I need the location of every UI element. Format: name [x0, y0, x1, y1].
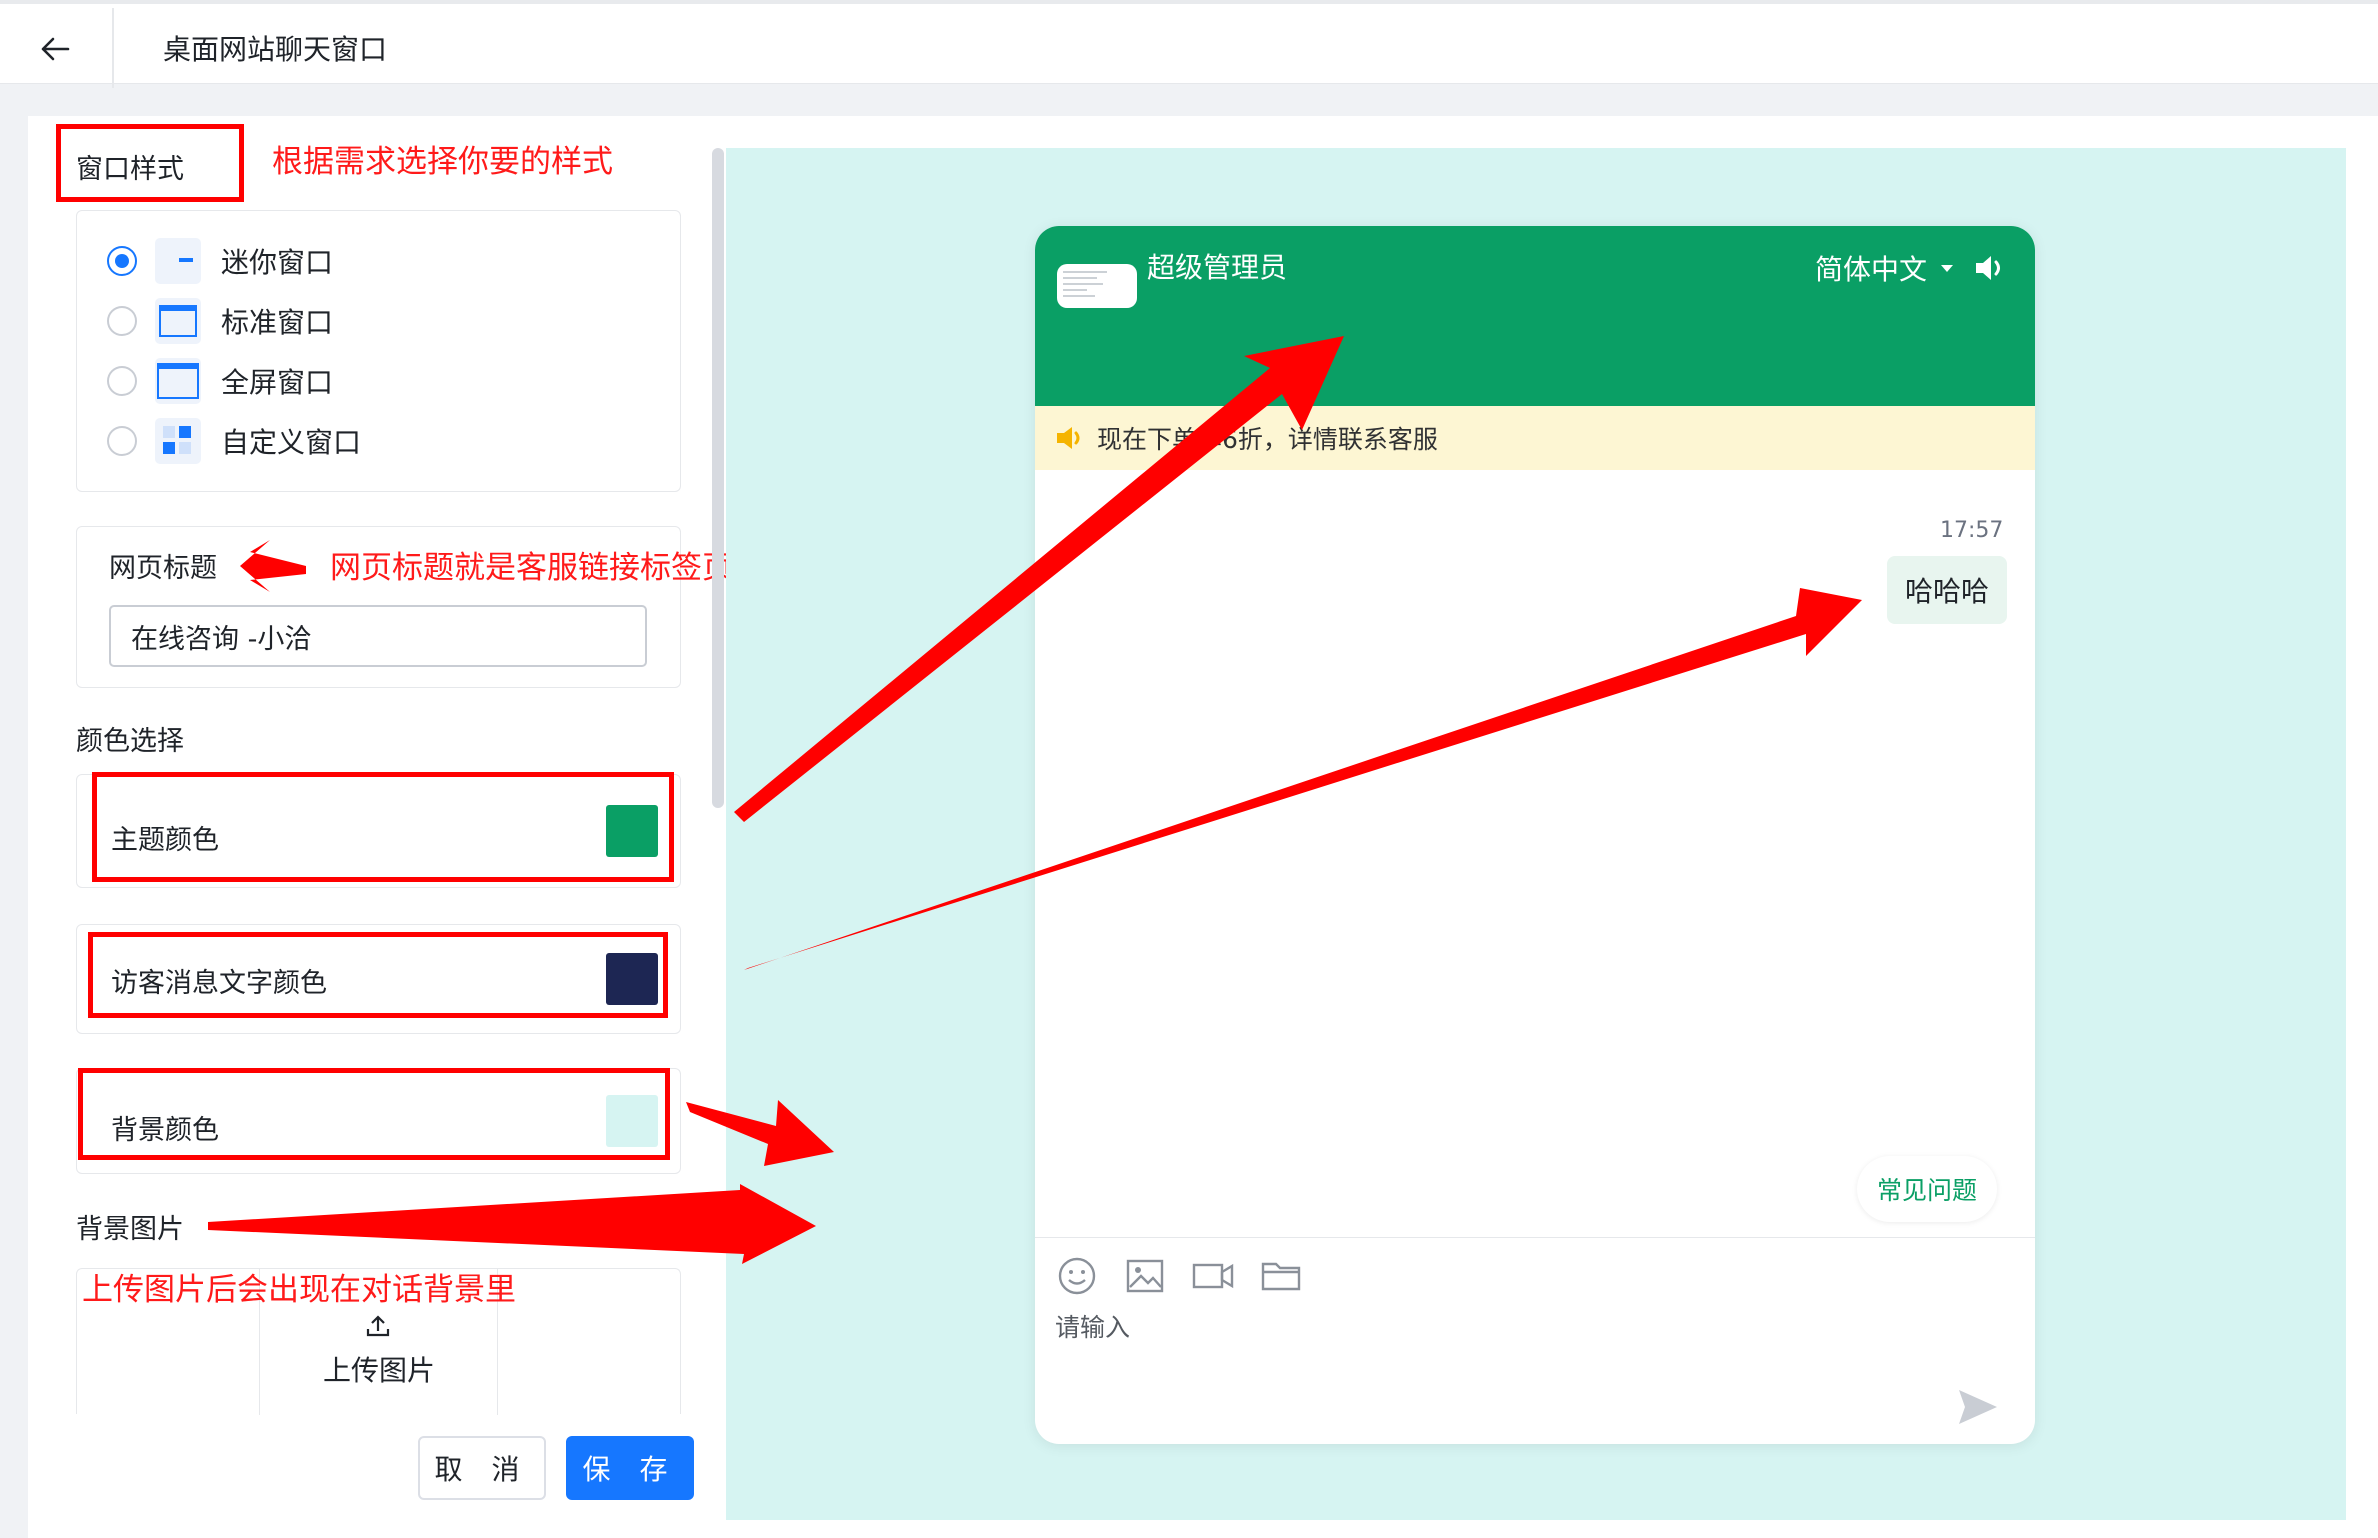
caret-down-icon — [1941, 265, 1954, 272]
window-option-standard[interactable]: 标准窗口 — [107, 297, 333, 345]
window-option-label: 自定义窗口 — [221, 426, 362, 459]
notice-bar: 现在下单享6折，详情联系客服 — [1035, 406, 2035, 470]
upload-icon — [365, 1313, 391, 1339]
language-label: 简体中文 — [1815, 253, 1928, 286]
page-title: 桌面网站聊天窗口 — [163, 33, 388, 66]
save-button[interactable]: 保 存 — [566, 1436, 694, 1500]
custom-window-icon — [155, 418, 201, 464]
avatar — [1057, 264, 1137, 308]
back-arrow-icon[interactable] — [30, 26, 80, 72]
window-option-fullscreen[interactable]: 全屏窗口 — [107, 357, 333, 405]
page-title-label: 网页标题 — [109, 553, 217, 584]
chat-window-preview: 超级管理员 简体中文 现在下单享6折，详情联系客服 17:57 哈哈哈 常见问题 — [1035, 226, 2035, 1444]
video-icon[interactable] — [1191, 1254, 1235, 1298]
chat-header: 超级管理员 简体中文 — [1035, 226, 2035, 406]
speaker-icon — [1057, 427, 1080, 449]
top-bar: 桌面网站聊天窗口 — [0, 0, 2378, 88]
emoji-icon[interactable] — [1055, 1254, 1099, 1298]
agent-name: 超级管理员 — [1147, 251, 1288, 284]
scrollbar[interactable] — [712, 148, 724, 808]
radio-button[interactable] — [107, 306, 137, 336]
window-option-label: 全屏窗口 — [221, 366, 334, 399]
window-style-note: 根据需求选择你要的样式 — [272, 144, 613, 180]
header-divider — [112, 8, 114, 88]
speaker-icon[interactable] — [1970, 250, 2010, 286]
standard-window-icon — [155, 298, 201, 344]
faq-button[interactable]: 常见问题 — [1857, 1156, 1998, 1222]
color-section-label: 颜色选择 — [76, 726, 184, 757]
language-select[interactable]: 简体中文 — [1815, 246, 1957, 290]
send-icon[interactable] — [1955, 1384, 2001, 1430]
highlight-box — [92, 772, 674, 882]
cancel-button[interactable]: 取 消 — [418, 1436, 546, 1500]
radio-button[interactable] — [107, 366, 137, 396]
upload-button-label: 上传图片 — [323, 1354, 436, 1387]
image-icon[interactable] — [1123, 1254, 1167, 1298]
window-option-label: 标准窗口 — [221, 306, 334, 339]
page-title-input[interactable] — [109, 605, 647, 667]
window-option-custom[interactable]: 自定义窗口 — [107, 417, 361, 465]
message-time: 17:57 — [1940, 518, 2004, 543]
message-bubble: 哈哈哈 — [1887, 556, 2008, 624]
highlight-box — [88, 932, 668, 1018]
fullscreen-window-icon — [155, 358, 201, 404]
chat-input[interactable] — [1055, 1304, 1935, 1350]
upload-note: 上传图片后会出现在对话背景里 — [82, 1272, 516, 1308]
window-option-mini[interactable]: 迷你窗口 — [107, 237, 333, 285]
folder-icon[interactable] — [1259, 1254, 1303, 1298]
input-divider — [1035, 1237, 2035, 1238]
window-option-label: 迷你窗口 — [221, 246, 334, 279]
highlight-box — [78, 1068, 670, 1160]
radio-button[interactable] — [107, 426, 137, 456]
background-image-label: 背景图片 — [76, 1214, 184, 1245]
mini-window-icon — [155, 238, 201, 284]
highlight-box — [56, 124, 244, 202]
radio-button[interactable] — [107, 246, 137, 276]
window-style-card: 迷你窗口 标准窗口 全屏窗口 自定义窗口 — [76, 210, 681, 492]
notice-text: 现在下单享6折，详情联系客服 — [1097, 425, 1438, 454]
